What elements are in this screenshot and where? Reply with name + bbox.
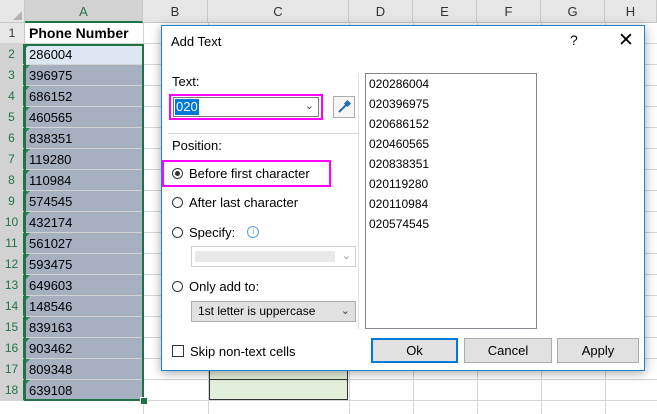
column-header-g[interactable]: G (541, 0, 605, 23)
cell-a1-header[interactable]: Phone Number (25, 23, 143, 43)
skip-non-text-option[interactable]: Skip non-text cells (172, 341, 296, 361)
column-header-f[interactable]: F (477, 0, 541, 23)
row-header-12[interactable]: 12 (0, 254, 25, 275)
text-combobox[interactable]: 020 ⌄ (173, 97, 319, 117)
only-add-to-combobox[interactable]: 1st letter is uppercase ⌄ (191, 301, 356, 322)
radio-button[interactable] (172, 280, 183, 292)
text-label: Text: (172, 74, 200, 89)
chevron-down-icon: ⌄ (341, 250, 351, 262)
dialog-title-bar[interactable]: Add Text ? ✕ (162, 26, 644, 57)
help-button[interactable]: ? (570, 32, 578, 48)
row-header-14[interactable]: 14 (0, 296, 25, 317)
close-button[interactable]: ✕ (614, 29, 638, 53)
skip-non-text-checkbox[interactable] (172, 345, 184, 357)
ok-button[interactable]: Ok (371, 338, 458, 363)
select-all-corner[interactable] (0, 0, 25, 23)
row-header-10[interactable]: 10 (0, 212, 25, 233)
row-header-1[interactable]: 1 (0, 23, 25, 44)
preview-line: 020574545 (369, 217, 430, 231)
row-header-11[interactable]: 11 (0, 233, 25, 254)
cell-c18[interactable] (209, 379, 348, 400)
preview-line: 020838351 (369, 157, 430, 171)
radio-button-selected[interactable] (172, 167, 183, 179)
radio-specify[interactable]: Specify: i (172, 222, 260, 242)
preview-line: 020119280 (369, 177, 429, 191)
preview-line: 020396975 (369, 97, 430, 111)
specify-combobox-field (195, 251, 335, 262)
radio-before-first[interactable]: Before first character (172, 163, 310, 183)
chevron-down-icon[interactable]: ⌄ (305, 99, 314, 112)
row-header-3[interactable]: 3 (0, 65, 25, 86)
radio-only-add-to[interactable]: Only add to: (172, 276, 259, 296)
row-header-16[interactable]: 16 (0, 338, 25, 359)
preview-line: 020286004 (369, 77, 430, 91)
only-add-to-value: 1st letter is uppercase (198, 304, 316, 318)
row-header-8[interactable]: 8 (0, 170, 25, 191)
column-header-e[interactable]: E (413, 0, 477, 23)
text-input-value[interactable]: 020 (175, 99, 199, 115)
fill-handle[interactable] (140, 397, 148, 405)
radio-specify-label: Specify: (189, 224, 236, 240)
add-text-dialog: Add Text ? ✕ Text: 020 ⌄ Position: Befor… (161, 25, 645, 371)
preview-list[interactable]: 020286004 020396975 020686152 020460565 0208… (365, 73, 537, 329)
row-header-15[interactable]: 15 (0, 317, 25, 338)
radio-after-last[interactable]: After last character (172, 192, 298, 212)
column-header-a[interactable]: A (25, 0, 143, 23)
radio-button[interactable] (172, 226, 183, 238)
eyedropper-icon (338, 99, 352, 113)
chevron-down-icon[interactable]: ⌄ (341, 302, 350, 321)
preview-line: 020460565 (369, 137, 430, 151)
row-header-18[interactable]: 18 (0, 380, 25, 401)
row-header-13[interactable]: 13 (0, 275, 25, 296)
skip-non-text-label: Skip non-text cells (190, 343, 296, 359)
column-header-d[interactable]: D (349, 0, 413, 23)
radio-after-last-label: After last character (189, 194, 299, 210)
column-header-h[interactable]: H (605, 0, 657, 23)
section-separator (168, 133, 358, 134)
selection-border (24, 44, 144, 401)
radio-only-add-label: Only add to: (189, 278, 260, 294)
radio-before-first-label: Before first character (189, 165, 310, 181)
column-header-b[interactable]: B (143, 0, 208, 23)
row-header-6[interactable]: 6 (0, 128, 25, 149)
radio-button[interactable] (172, 196, 183, 208)
column-header-c[interactable]: C (208, 0, 349, 23)
row-header-17[interactable]: 17 (0, 359, 25, 380)
row-header-4[interactable]: 4 (0, 86, 25, 107)
eyedropper-button[interactable] (333, 96, 355, 118)
preview-line: 020110984 (369, 197, 429, 211)
position-label: Position: (172, 138, 222, 153)
info-icon[interactable]: i (247, 226, 260, 238)
row-header-9[interactable]: 9 (0, 191, 25, 212)
dialog-title: Add Text (171, 34, 222, 49)
cancel-button[interactable]: Cancel (464, 338, 552, 363)
panel-divider (358, 73, 359, 329)
specify-combobox: ⌄ (191, 246, 356, 267)
row-header-7[interactable]: 7 (0, 149, 25, 170)
row-header-2[interactable]: 2 (0, 44, 25, 65)
row-header-5[interactable]: 5 (0, 107, 25, 128)
preview-line: 020686152 (369, 117, 430, 131)
apply-button[interactable]: Apply (557, 338, 639, 363)
